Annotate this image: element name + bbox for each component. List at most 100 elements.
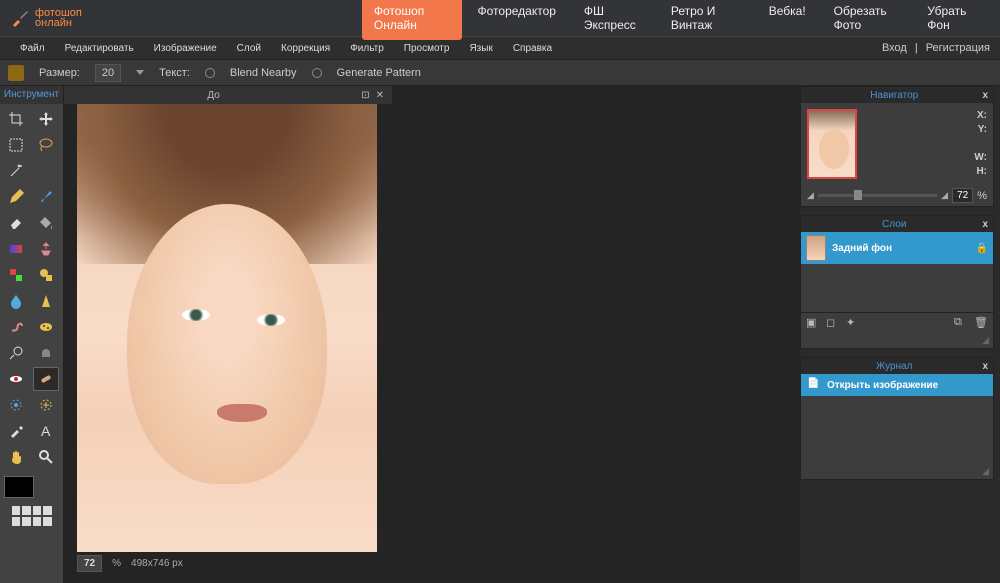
bucket-tool[interactable] xyxy=(33,211,59,235)
marquee-tool[interactable] xyxy=(3,133,29,157)
nav-item[interactable]: Убрать Фон xyxy=(915,0,990,40)
menu-item[interactable]: Редактировать xyxy=(55,43,144,54)
zoom-slider-handle[interactable] xyxy=(854,190,862,200)
document-icon: 📄 xyxy=(807,378,821,392)
nav-item[interactable]: Вебка! xyxy=(757,0,818,40)
thumbnail-grid-icon[interactable] xyxy=(12,506,52,526)
history-title: Журнал xyxy=(806,361,982,372)
toolbox: Инструмент A xyxy=(0,86,64,583)
trash-icon[interactable]: 🗑 xyxy=(974,316,988,330)
generate-pattern-label: Generate Pattern xyxy=(337,67,421,79)
replace-color-tool[interactable] xyxy=(3,263,29,287)
menu-item[interactable]: Коррекция xyxy=(271,43,340,54)
layers-panel: Слои x Задний фон 🔒 ▣ ◻ ✦ ⧉ 🗑 ◢ xyxy=(800,215,994,349)
size-dropdown-icon[interactable] xyxy=(136,70,144,75)
canvas-header: До ⊡ ✕ xyxy=(64,86,392,104)
eraser-tool[interactable] xyxy=(3,211,29,235)
zoom-tool[interactable] xyxy=(33,445,59,469)
history-close-icon[interactable]: x xyxy=(982,361,988,372)
sharpen-tool[interactable] xyxy=(33,289,59,313)
navigator-zoom-value[interactable]: 72 xyxy=(952,188,973,203)
smudge-tool[interactable] xyxy=(3,315,29,339)
hand-tool[interactable] xyxy=(3,445,29,469)
minimize-icon[interactable]: ⊡ xyxy=(361,90,369,101)
separator: | xyxy=(915,42,918,54)
navigator-header: Навигатор x xyxy=(801,87,993,103)
nav-item[interactable]: Фотошоп Онлайн xyxy=(362,0,462,40)
sponge-tool[interactable] xyxy=(33,315,59,339)
menu-item[interactable]: Язык xyxy=(459,43,502,54)
menu-item[interactable]: Слой xyxy=(227,43,271,54)
register-link[interactable]: Регистрация xyxy=(926,42,990,54)
text-label: Текст: xyxy=(159,67,190,79)
nav-item[interactable]: Фоторедактор xyxy=(466,0,568,40)
nav-item[interactable]: ФШ Экспресс xyxy=(572,0,655,40)
move-tool[interactable] xyxy=(33,107,59,131)
blur-tool[interactable] xyxy=(3,289,29,313)
zoom-in-icon[interactable]: ◢ xyxy=(941,190,948,201)
resize-grip[interactable]: ◢ xyxy=(801,464,993,479)
brush-tool[interactable] xyxy=(33,185,59,209)
bloat-tool[interactable] xyxy=(3,393,29,417)
generate-pattern-radio[interactable] xyxy=(312,68,322,78)
auth-links: Вход | Регистрация xyxy=(882,42,990,54)
gradient-tool[interactable] xyxy=(3,237,29,261)
zoom-out-icon[interactable]: ◢ xyxy=(807,190,814,201)
site-logo[interactable]: фотошопонлайн xyxy=(10,8,82,28)
login-link[interactable]: Вход xyxy=(882,42,907,54)
canvas-status-bar: 72 % 498x746 px xyxy=(64,552,392,575)
history-item-label: Открыть изображение xyxy=(827,380,938,391)
zoom-level[interactable]: 72 xyxy=(77,555,102,572)
eyedropper-tool[interactable] xyxy=(3,419,29,443)
close-canvas-icon[interactable]: ✕ xyxy=(376,90,384,101)
blend-nearby-radio[interactable] xyxy=(205,68,215,78)
burn-tool[interactable] xyxy=(33,341,59,365)
navigator-title: Навигатор xyxy=(806,90,982,101)
navigator-thumbnail[interactable] xyxy=(807,109,857,179)
lock-icon[interactable]: 🔒 xyxy=(976,243,988,254)
workspace: Инструмент A xyxy=(0,86,1000,583)
menu-item[interactable]: Просмотр xyxy=(394,43,460,54)
new-layer-icon[interactable]: ▣ xyxy=(806,316,820,330)
menu-item[interactable]: Файл xyxy=(10,43,55,54)
wand-tool[interactable] xyxy=(3,159,29,183)
tool-options-bar: Размер: 20 Текст: Blend Nearby Generate … xyxy=(0,60,1000,86)
duplicate-icon[interactable]: ⧉ xyxy=(954,316,968,330)
empty-tool-1 xyxy=(33,159,59,183)
layers-title: Слои xyxy=(806,219,982,230)
canvas-image[interactable] xyxy=(77,104,377,552)
dodge-tool[interactable] xyxy=(3,341,29,365)
navigator-close-icon[interactable]: x xyxy=(982,90,988,101)
pencil-tool[interactable] xyxy=(3,185,29,209)
shape-tool[interactable] xyxy=(33,263,59,287)
navigator-zoom-unit: % xyxy=(977,190,987,202)
nav-item[interactable]: Обрезать Фото xyxy=(822,0,912,40)
mask-icon[interactable]: ◻ xyxy=(826,316,840,330)
history-item-open[interactable]: 📄 Открыть изображение xyxy=(801,374,993,396)
layer-thumbnail xyxy=(806,235,826,261)
tool-grid: A xyxy=(0,104,63,472)
navigator-zoom-slider: ◢ ◢ 72 % xyxy=(801,185,993,206)
crop-tool[interactable] xyxy=(3,107,29,131)
zoom-slider-track[interactable] xyxy=(818,194,937,197)
menu-item[interactable]: Справка xyxy=(503,43,562,54)
heal-tool[interactable] xyxy=(33,367,59,391)
menu-item[interactable]: Изображение xyxy=(144,43,227,54)
clone-tool[interactable] xyxy=(33,237,59,261)
foreground-color[interactable] xyxy=(4,476,34,498)
history-panel: Журнал x 📄 Открыть изображение ◢ xyxy=(800,357,994,480)
size-value-input[interactable]: 20 xyxy=(95,64,121,82)
layer-row-background[interactable]: Задний фон 🔒 xyxy=(801,232,993,264)
fx-icon[interactable]: ✦ xyxy=(846,316,860,330)
svg-text:A: A xyxy=(41,423,51,439)
pinch-tool[interactable] xyxy=(33,393,59,417)
resize-grip[interactable]: ◢ xyxy=(801,333,993,348)
lasso-tool[interactable] xyxy=(33,133,59,157)
type-tool[interactable]: A xyxy=(33,419,59,443)
nav-item[interactable]: Ретро И Винтаж xyxy=(659,0,753,40)
menu-item[interactable]: Фильтр xyxy=(340,43,394,54)
layers-close-icon[interactable]: x xyxy=(982,219,988,230)
current-tool-icon xyxy=(8,65,24,81)
redeye-tool[interactable] xyxy=(3,367,29,391)
navigator-coords: X:Y: W:H: xyxy=(865,109,987,179)
